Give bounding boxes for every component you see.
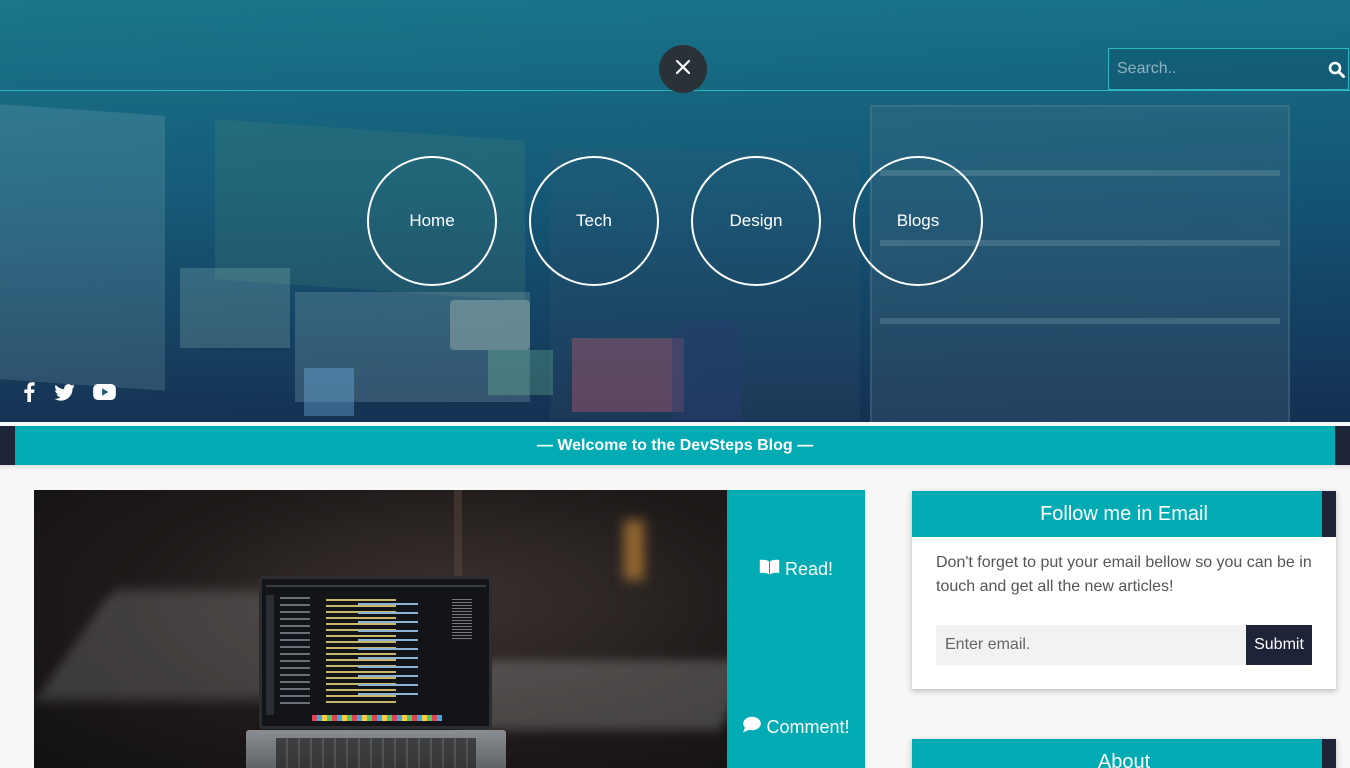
- background-screen: [304, 368, 354, 416]
- laptop-keyboard: [246, 730, 506, 768]
- email-form: Submit: [936, 625, 1312, 665]
- twitter-icon[interactable]: [52, 380, 76, 404]
- nav-item-home[interactable]: Home: [367, 156, 497, 286]
- background-shelf-board: [880, 318, 1280, 324]
- background-chair: [672, 320, 742, 420]
- code-line: [266, 585, 486, 587]
- welcome-bar-edge-left: [0, 426, 15, 465]
- close-menu-button[interactable]: [659, 45, 707, 93]
- about-widget: About: [912, 739, 1336, 768]
- submit-button[interactable]: Submit: [1246, 625, 1312, 665]
- email-field[interactable]: [936, 625, 1246, 665]
- email-widget-title: Follow me in Email: [1040, 502, 1208, 525]
- widget-header-edge: [1322, 739, 1336, 768]
- laptop-dock: [312, 715, 442, 721]
- background-corkboard: [0, 104, 165, 391]
- code-block: [358, 603, 418, 699]
- comment-icon: [742, 716, 762, 738]
- code-file-tree: [280, 597, 310, 707]
- nav-item-label: Blogs: [896, 211, 940, 230]
- search-icon[interactable]: [1324, 49, 1348, 89]
- laptop-keys: [276, 738, 476, 768]
- widget-header-edge: [1322, 491, 1336, 537]
- about-widget-header: About: [912, 739, 1336, 768]
- welcome-text: — Welcome to the DevSteps Blog —: [536, 436, 814, 454]
- welcome-bar-shadow: [0, 465, 1350, 471]
- welcome-bar-edge-right: [1335, 426, 1350, 465]
- youtube-icon[interactable]: [92, 380, 117, 404]
- hero-banner: Home Tech Design Blogs: [0, 0, 1350, 422]
- photo-light-glow: [624, 520, 644, 580]
- read-button[interactable]: Read!: [727, 554, 865, 584]
- nav-item-blogs[interactable]: Blogs: [853, 156, 983, 286]
- nav-item-design[interactable]: Design: [691, 156, 821, 286]
- book-icon: [759, 559, 780, 580]
- code-minimap: [452, 599, 472, 639]
- welcome-banner: — Welcome to the DevSteps Blog —: [15, 426, 1335, 465]
- nav-item-tech[interactable]: Tech: [529, 156, 659, 286]
- comment-label: Comment!: [766, 716, 850, 737]
- post-actions: Read! Comment!: [727, 490, 865, 768]
- code-gutter: [266, 595, 274, 715]
- nav-item-label: Home: [409, 211, 455, 230]
- post-image[interactable]: [34, 490, 727, 768]
- nav-item-label: Tech: [576, 211, 612, 230]
- background-monitor: [572, 338, 684, 412]
- nav-item-label: Design: [729, 211, 783, 230]
- email-widget-description: Don't forget to put your email bellow so…: [936, 554, 1312, 595]
- search-input[interactable]: [1109, 49, 1324, 89]
- background-paper: [180, 268, 290, 348]
- email-widget: Follow me in Email Don't forget to put y…: [912, 491, 1336, 689]
- email-widget-header: Follow me in Email: [912, 491, 1336, 537]
- background-screen-green: [488, 350, 553, 395]
- background-chart-paper: [450, 300, 530, 350]
- about-widget-title: About: [1097, 750, 1151, 768]
- close-icon: [675, 59, 691, 80]
- facebook-icon[interactable]: [20, 380, 38, 404]
- photo-light-patch: [461, 660, 727, 730]
- laptop-screen: [259, 576, 492, 729]
- comment-button[interactable]: Comment!: [727, 712, 865, 742]
- read-label: Read!: [784, 558, 834, 579]
- search-box: [1108, 48, 1349, 90]
